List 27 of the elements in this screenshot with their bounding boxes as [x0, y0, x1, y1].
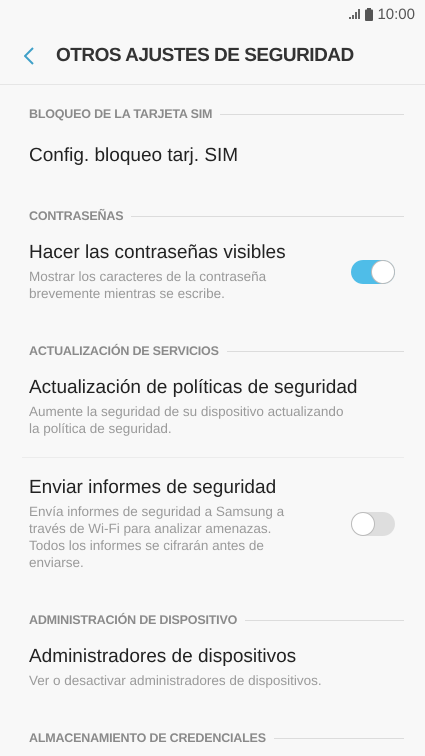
clock-text: 10:00 [377, 6, 415, 22]
section-header: CONTRASEÑAS [29, 209, 124, 223]
back-button[interactable] [24, 47, 34, 65]
section-header: ADMINISTRACIÓN DE DISPOSITIVO [29, 613, 238, 627]
setting-title: Config. bloqueo tarj. SIM [29, 145, 240, 167]
battery-icon [365, 8, 374, 20]
section-header: ACTUALIZACIÓN DE SERVICIOS [29, 344, 219, 358]
setting-title: Hacer las contraseñas visibles [29, 242, 287, 264]
setting-title: Administradores de dispositivos [29, 646, 298, 668]
section-header: BLOQUEO DE LA TARJETA SIM [29, 107, 212, 121]
settings-row[interactable]: Actualización de políticas de seguridad Aumente la seguridad de su dispositivo actualizando la política de seguridad. [0, 358, 425, 457]
setting-title: Actualización de políticas de seguridad [29, 377, 358, 399]
setting-title: Enviar informes de seguridad [29, 477, 278, 499]
back-chevron-icon [24, 47, 34, 65]
setting-description: Envía informes de seguridad a Samsung a través de Wi-Fi para analizar amenazas. Todos los informes se cifrarán antes de enviarse. [29, 503, 286, 571]
setting-description: Ver o desactivar administradores de dispositivos. [29, 672, 323, 689]
settings-row[interactable]: Administradores de dispositivos Ver o desactivar administradores de dispositivos. [0, 627, 425, 709]
toggle-switch[interactable] [351, 260, 395, 284]
setting-description: Aumente la seguridad de su dispositivo actualizando la política de seguridad. [29, 403, 344, 437]
settings-row[interactable]: Config. bloqueo tarj. SIM [0, 121, 425, 187]
settings-row[interactable]: Hacer las contraseñas visibles Mostrar los caracteres de la contraseña brevemente mientras se escribe. [0, 223, 425, 322]
toggle-switch[interactable] [351, 512, 395, 536]
settings-row[interactable]: Enviar informes de seguridad Envía informes de seguridad a Samsung a través de Wi-Fi para analizar amenazas. Todos los informes se cifrarán antes de enviarse. [0, 458, 425, 591]
setting-description: Mostrar los caracteres de la contraseña brevemente mientras se escribe. [29, 268, 268, 302]
page-title: OTROS AJUSTES DE SEGURIDAD [56, 45, 354, 67]
signal-icon [349, 9, 362, 19]
section-header: ALMACENAMIENTO DE CREDENCIALES [29, 731, 266, 745]
